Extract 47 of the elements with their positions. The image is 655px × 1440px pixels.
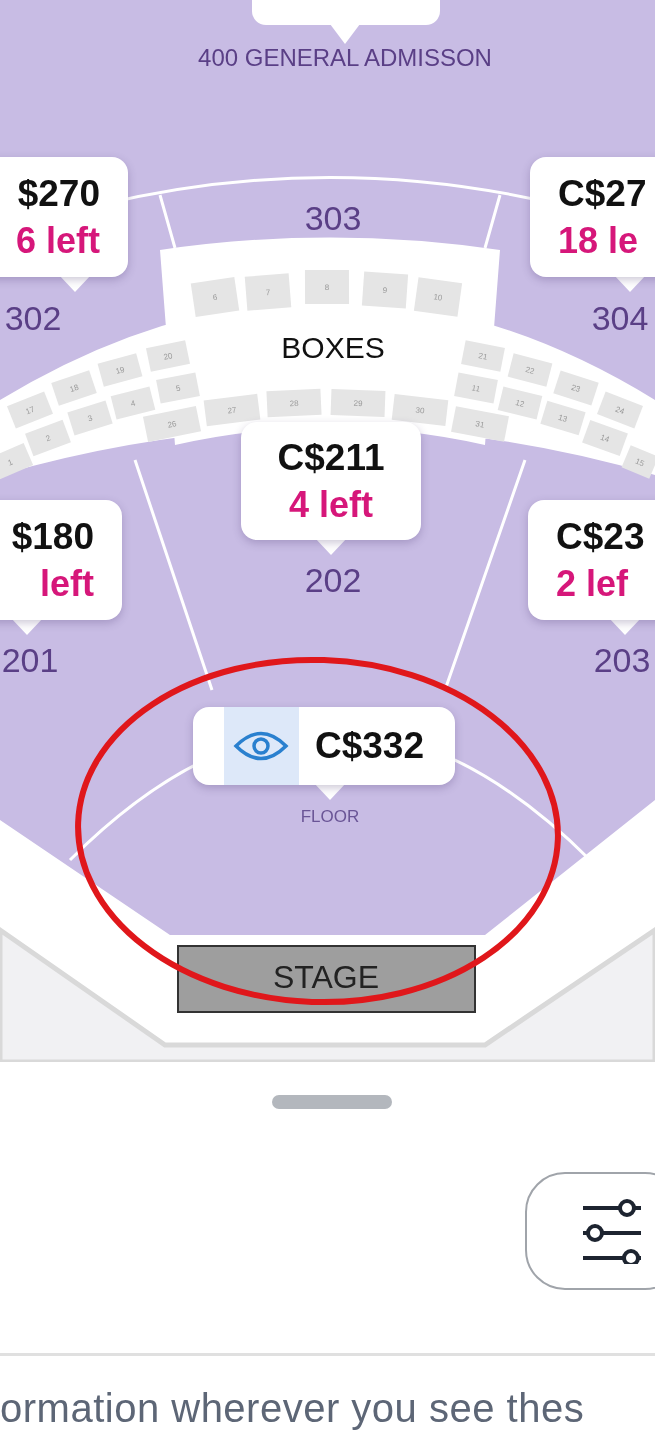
box-seat[interactable]: 18 [51, 370, 97, 406]
box-seat[interactable]: 13 [540, 400, 586, 436]
price-tag[interactable]: $270 6 left [0, 157, 128, 277]
box-seat[interactable]: 14 [582, 419, 628, 457]
box-seat[interactable]: 27 [203, 393, 261, 427]
info-text: ormation wherever you see thes [0, 1386, 586, 1431]
section-label: 201 [1, 641, 59, 679]
price-tag[interactable]: C$211 4 left [241, 422, 421, 540]
general-admission-label: 400 GENERAL ADMISSON [198, 44, 492, 71]
section-label: 202 [304, 561, 362, 599]
eye-icon [224, 707, 299, 785]
box-seat[interactable]: 12 [497, 386, 543, 420]
box-seat[interactable]: 5 [156, 372, 200, 404]
box-seat[interactable]: 9 [361, 271, 409, 309]
filter-button[interactable] [525, 1172, 655, 1290]
price-tag[interactable]: $180 left [0, 500, 122, 620]
callout-pointer [330, 24, 360, 44]
box-seat[interactable]: 1 [0, 443, 34, 481]
box-seat[interactable]: 24 [597, 391, 643, 429]
box-seat[interactable]: 2 [25, 419, 71, 457]
floor-label: FLOOR [300, 807, 360, 826]
box-seat[interactable]: 4 [110, 386, 156, 420]
stage-label: STAGE [272, 959, 380, 995]
box-seat[interactable]: 11 [454, 372, 498, 404]
section-label: 303 [304, 199, 362, 237]
box-seat[interactable]: 20 [145, 340, 191, 372]
box-seat[interactable]: 28 [266, 388, 322, 418]
box-seat[interactable]: 21 [461, 340, 505, 372]
price-tag[interactable]: C$23 2 lef [528, 500, 655, 620]
box-seat[interactable]: 3 [67, 400, 113, 436]
box-seat[interactable]: 22 [507, 353, 553, 387]
section-label: 203 [593, 641, 651, 679]
boxes-label: BOXES [281, 331, 385, 364]
box-seat[interactable]: 10 [413, 277, 463, 317]
box-seat[interactable]: 15 [621, 445, 655, 479]
drag-handle[interactable] [272, 1095, 392, 1109]
section-label: 304 [591, 299, 649, 337]
box-seat[interactable]: 30 [391, 394, 449, 426]
box-seat[interactable]: 23 [553, 370, 599, 406]
price-tag[interactable]: C$332 [193, 707, 455, 785]
box-seat[interactable]: 6 [190, 277, 240, 317]
section-label: 302 [4, 299, 62, 337]
box-seat[interactable]: 19 [97, 353, 143, 387]
box-seat[interactable]: 17 [6, 391, 54, 429]
price-tag[interactable]: C$27 18 le [530, 157, 655, 277]
box-seat[interactable]: 26 [142, 405, 202, 443]
box-seat[interactable]: 31 [451, 406, 509, 442]
